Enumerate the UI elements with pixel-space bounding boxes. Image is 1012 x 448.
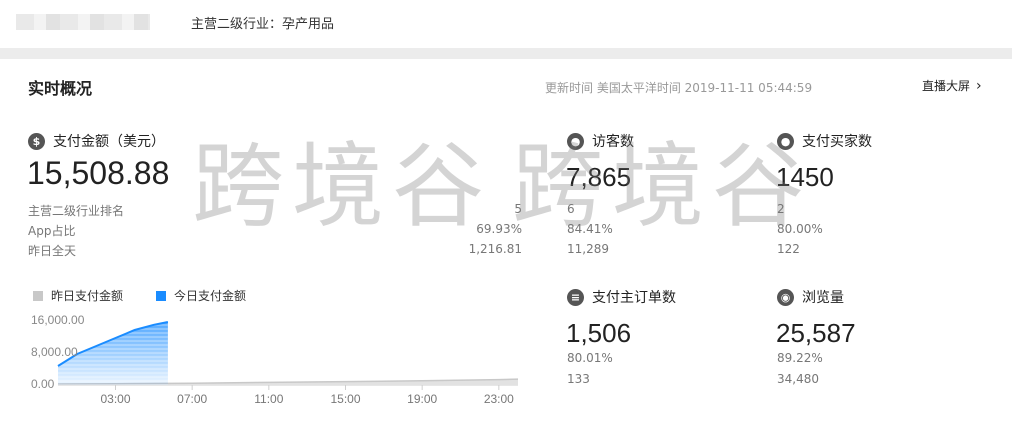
y-tick-label: 0.00 <box>31 377 55 391</box>
payment-rank-label: 主营二级行业排名 <box>28 204 125 218</box>
payment-app-ratio-label: App占比 <box>28 224 76 238</box>
legend-swatch-yesterday <box>33 290 43 301</box>
divider-band <box>0 48 1012 59</box>
x-tick-label: 15:00 <box>330 392 360 406</box>
eye-icon: ◉ <box>777 288 794 306</box>
visitors-app-ratio: 84.41% <box>567 222 613 236</box>
y-tick-label: 16,000.00 <box>31 313 85 327</box>
x-tick-label: 07:00 <box>177 392 207 406</box>
pageviews-label-text: 浏览量 <box>802 290 844 306</box>
dollar-icon: $ <box>28 132 45 150</box>
buyers-yesterday: 122 <box>777 242 800 256</box>
big-screen-label: 直播大屏 <box>922 79 971 93</box>
payment-amount-label: $ 支付金额（美元） <box>28 131 165 151</box>
payment-yesterday-label: 昨日全天 <box>28 244 77 258</box>
main-industry-label: 主营二级行业：孕产用品 <box>191 17 335 32</box>
users-icon: ● <box>777 132 794 150</box>
payment-app-ratio-value: 69.93% <box>476 222 522 236</box>
visitors-yesterday: 11,289 <box>567 242 609 256</box>
y-tick-label: 8,000.00 <box>31 345 78 359</box>
payment-amount-label-text: 支付金额（美元） <box>53 134 165 150</box>
section-title: 实时概况 <box>28 79 93 98</box>
orders-value: 1,506 <box>566 318 632 348</box>
legend-swatch-today <box>156 290 166 301</box>
pageviews-app-ratio: 89.22% <box>777 351 823 365</box>
pageviews-value: 25,587 <box>776 318 856 348</box>
blurred-shop-name <box>16 14 150 30</box>
payment-rank-value: 5 <box>514 202 522 216</box>
orders-label-text: 支付主订单数 <box>592 290 676 306</box>
orders-app-ratio: 80.01% <box>567 351 613 365</box>
pageviews-yesterday: 34,480 <box>777 372 819 386</box>
order-list-icon: ≡ <box>567 288 584 306</box>
payment-amount-value: 15,508.88 <box>27 155 170 191</box>
update-time: 更新时间 美国太平洋时间 2019-11-11 05:44:59 <box>545 81 813 95</box>
orders-label: ≡ 支付主订单数 <box>567 287 676 307</box>
big-screen-link[interactable]: 直播大屏 › <box>922 77 982 94</box>
payment-yesterday-value: 1,216.81 <box>468 242 522 256</box>
payment-trend-chart: 16,000.00 8,000.00 0.00 03:00 07:00 11:00 15:0… <box>31 313 519 406</box>
top-bar: 主营二级行业：孕产用品 <box>0 0 1012 48</box>
x-tick-label: 11:00 <box>254 392 283 406</box>
buyers-label-text: 支付买家数 <box>802 134 872 150</box>
visitors-label: ● 访客数 <box>567 131 634 151</box>
visitors-rank: 6 <box>567 202 575 216</box>
pageviews-label: ◉ 浏览量 <box>777 287 844 307</box>
chevron-right-icon: › <box>976 78 982 94</box>
x-tick-label: 03:00 <box>100 392 130 406</box>
visitors-label-text: 访客数 <box>592 134 634 150</box>
orders-yesterday: 133 <box>567 372 590 386</box>
buyers-app-ratio: 80.00% <box>777 222 823 236</box>
buyers-rank: 2 <box>777 202 785 216</box>
visitors-value: 7,865 <box>566 162 632 192</box>
footprint-icon: ● <box>567 132 584 150</box>
x-tick-label: 23:00 <box>484 392 514 406</box>
buyers-label: ● 支付买家数 <box>777 131 872 151</box>
buyers-value: 1450 <box>776 162 834 192</box>
x-tick-label: 19:00 <box>407 392 437 406</box>
